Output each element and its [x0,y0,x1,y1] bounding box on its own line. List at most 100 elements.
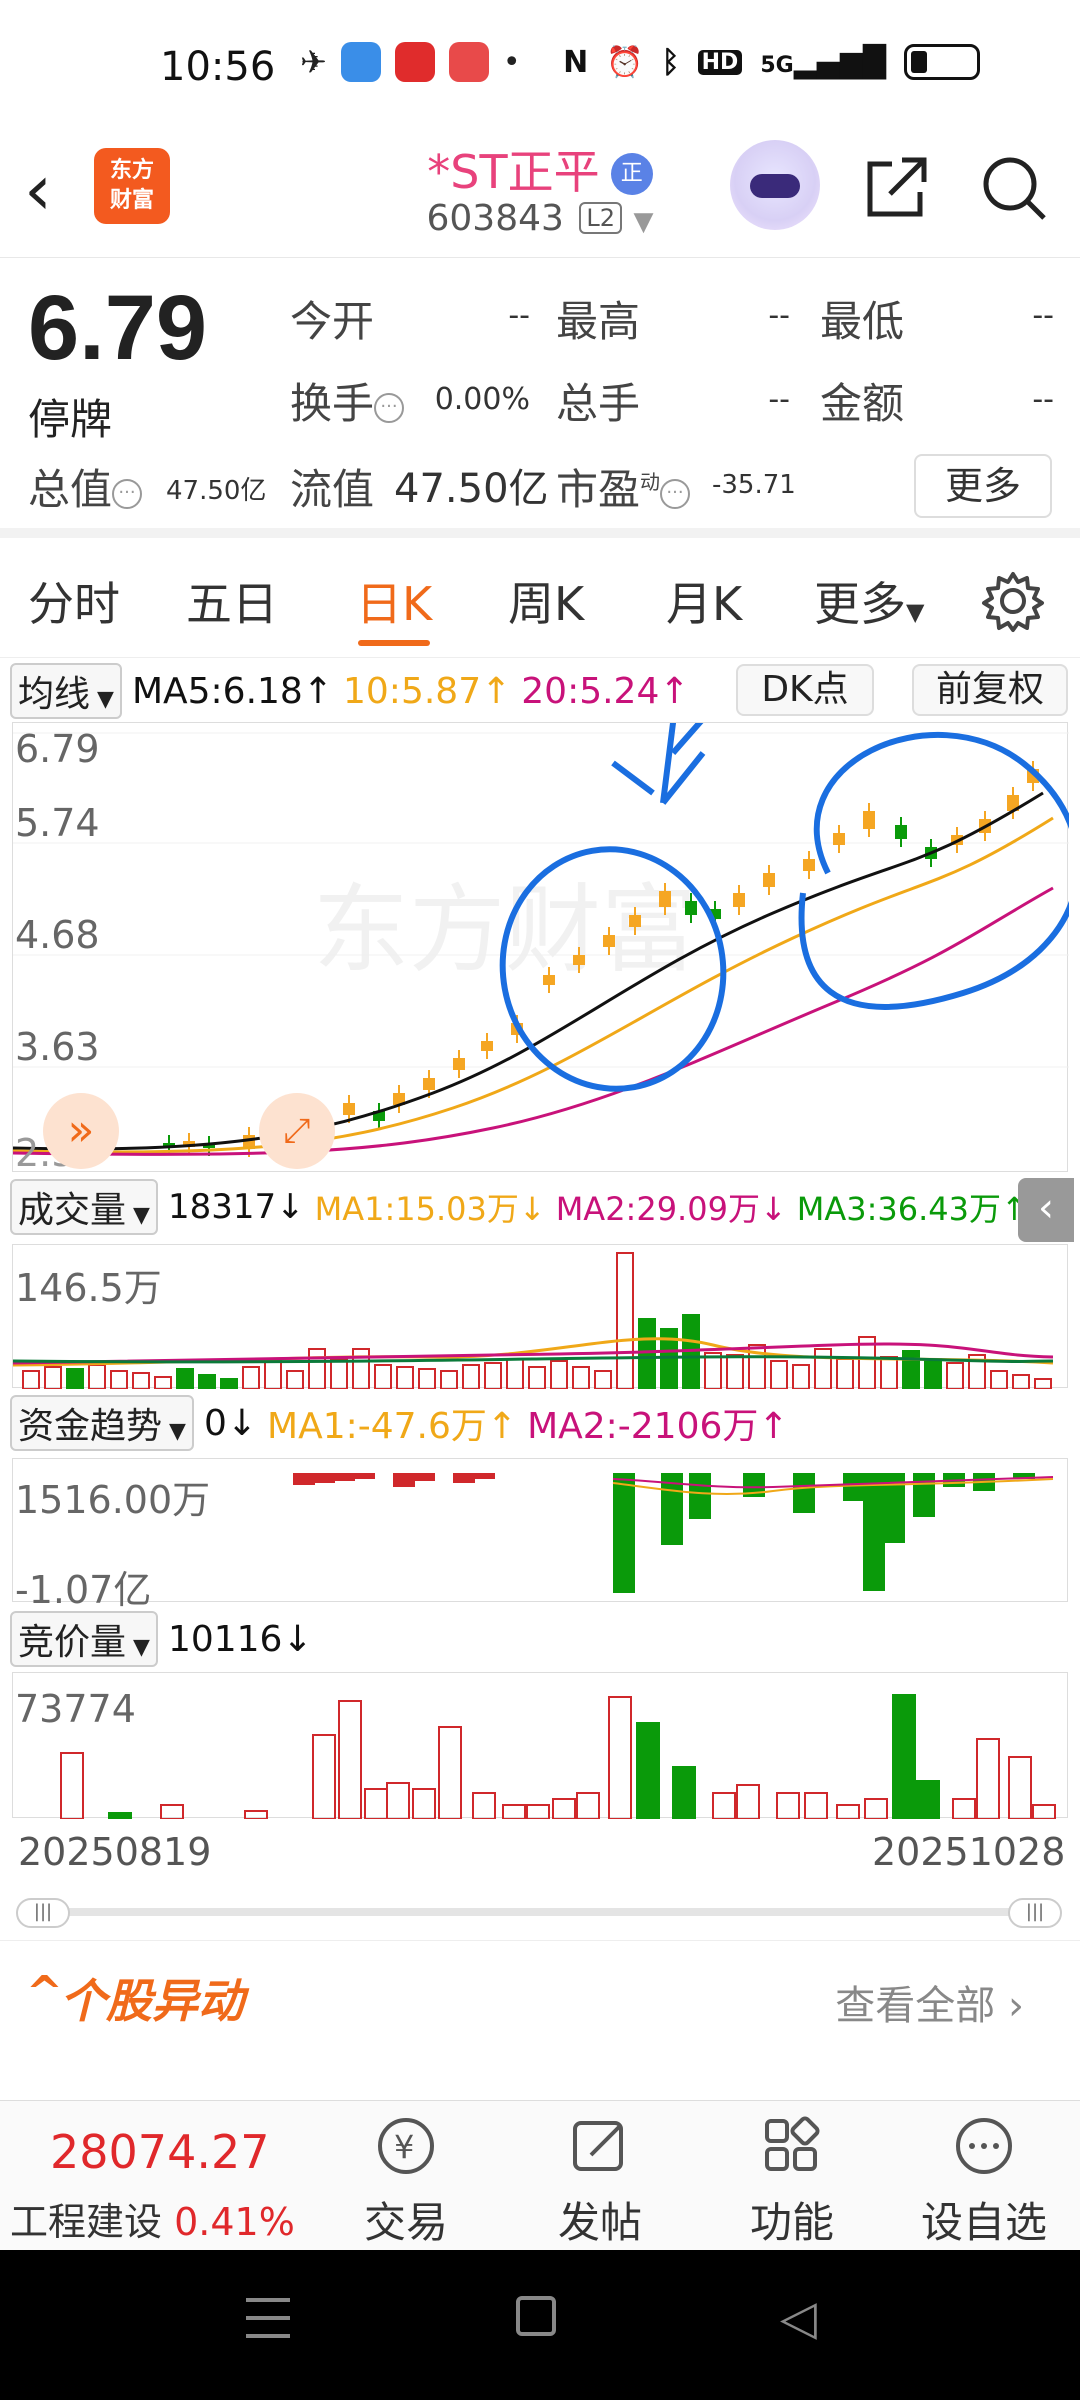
fund-y-bottom: -1.07亿 [15,1568,152,1612]
volume-chart[interactable]: 146.5万 [12,1244,1068,1390]
candle [543,975,555,985]
volume-bar [792,1364,810,1390]
tab-daily-k[interactable]: 日K [356,568,432,634]
volume-bar [396,1366,414,1390]
candle [629,915,641,927]
volume-ma1: MA1:15.03万↓ [314,1190,546,1228]
pe-value: -35.71 [712,470,796,500]
trade-button[interactable]: ¥ 交易 [336,2113,476,2250]
quote-panel: 6.79 停牌 今开 -- 最高 -- 最低 -- 换手 ··· 0.00% 总手… [0,258,1080,538]
fund-bar [393,1473,415,1487]
volume-bar [132,1372,150,1390]
info-icon[interactable]: ··· [374,393,405,423]
system-icons: N ⏰ ᛒ HD 5G▂▄▆█ [563,44,980,80]
volume-bar [880,1356,898,1390]
dropdown-icon: ▼ [633,207,654,237]
back-nav-button[interactable]: ◁ [780,2290,817,2346]
high-value: -- [768,298,790,333]
info-icon[interactable]: ··· [660,479,691,509]
tab-more[interactable]: 更多▼ [814,568,924,634]
chevron-up-icon[interactable]: ^ [26,1967,63,2018]
auction-bar [412,1788,436,1820]
stock-header: ‹ 东方 财富 *ST正平 正 603843 L2 ▼ [0,130,1080,258]
adjustment-button[interactable]: 前复权 [912,664,1068,716]
auction-bar [1008,1756,1032,1820]
expand-left-icon[interactable]: » [43,1093,119,1169]
range-handle-left[interactable]: ||| [16,1898,70,1928]
menu-nav-button[interactable] [246,2298,290,2338]
index-ticker[interactable]: 28074.27 工程建设 0.41% [0,2101,320,2251]
auction-bar [312,1734,336,1820]
auction-bar [952,1798,976,1820]
volume-dropdown[interactable]: 成交量 ▼ [10,1179,158,1235]
bottom-toolbar: 28074.27 工程建设 0.41% ¥ 交易 发帖 功能 设自选 [0,2100,1080,2250]
fund-bar [913,1473,935,1517]
auction-bar [864,1798,888,1820]
auction-bar [60,1752,84,1820]
volume-bar [374,1364,392,1390]
range-slider-track[interactable] [40,1908,1040,1916]
status-bar: 10:56 ✈ • N ⏰ ᛒ HD 5G▂▄▆█ [0,0,1080,130]
view-all-link[interactable]: 查看全部 › [835,1973,1024,2031]
volume-bar [418,1368,436,1390]
volume-bar [1034,1378,1052,1390]
grid-icon [765,2116,820,2171]
auction-chart[interactable]: 73774 [12,1672,1068,1820]
candle [423,1078,435,1090]
tab-five-day[interactable]: 五日 [186,568,278,634]
y-label: 3.63 [15,1025,100,1069]
volume-bar [902,1350,920,1390]
float-value: 47.50亿 [394,466,549,512]
tab-monthly-k[interactable]: 月K [666,568,742,634]
tab-weekly-k[interactable]: 周K [508,568,584,634]
more-button[interactable]: 更多 [914,454,1052,518]
ma-dropdown[interactable]: 均线 ▼ [10,663,122,719]
auction-bar [804,1792,828,1820]
auction-legend: 竞价量 ▼ 10116↓ [10,1611,313,1667]
stock-code: 603843 [426,198,564,239]
turnover-label: 换手 ··· [290,370,405,431]
volume-label: 总手 [556,379,641,428]
kline-chart[interactable]: 东方财富 6.79 5.74 4.68 3.63 2.57 » ⤢ [12,283,1080,1175]
fund-bar [473,1473,495,1479]
tab-intraday[interactable]: 分时 [28,568,120,634]
fullscreen-icon[interactable]: ⤢ [259,1093,335,1169]
turnover-value: 0.00% [434,382,530,417]
ai-assistant-icon[interactable] [730,140,820,230]
volume-bar [154,1376,172,1390]
post-button[interactable]: 发帖 [530,2113,670,2250]
high-label: 最高 [556,297,641,346]
add-watchlist-button[interactable]: 设自选 [914,2113,1054,2250]
search-icon[interactable] [978,152,1050,224]
home-nav-button[interactable] [516,2296,556,2336]
gear-icon[interactable] [980,568,1046,634]
auction-dropdown[interactable]: 竞价量 ▼ [10,1611,158,1667]
collapse-panel-button[interactable]: ‹ [1018,1178,1074,1242]
share-icon[interactable] [862,152,932,222]
auction-bar [1032,1804,1056,1820]
volume-bar [704,1352,722,1390]
fund-trend-chart[interactable]: 1516.00万 -1.07亿 [12,1458,1068,1612]
end-date: 20251028 [872,1830,1066,1874]
bluetooth-icon: ᛒ [661,44,680,80]
range-handle-right[interactable]: ||| [1008,1898,1062,1928]
battery-icon [904,44,980,80]
dk-point-button[interactable]: DK点 [736,664,874,716]
pe-label: 市盈动 ··· [556,456,691,517]
svg-text:¥: ¥ [394,2128,414,2166]
volume-bar [66,1368,84,1390]
features-button[interactable]: 功能 [722,2113,862,2250]
volume-bar [176,1368,194,1390]
volume-bar [506,1358,524,1390]
system-nav-bar: ◁ [0,2250,1080,2400]
auction-bar [976,1738,1000,1820]
fund-trend-dropdown[interactable]: 资金趋势 ▼ [10,1395,194,1451]
ma-legend: 均线 ▼ MA5:6.18↑ 10:5.87↑ 20:5.24↑ [10,663,690,719]
stock-anomaly-section: ^ 个股异动 查看全部 › [0,1940,1080,2060]
stock-name[interactable]: *ST正平 [427,136,599,202]
post-label: 发帖 [557,2198,642,2247]
video-app-icon [448,42,489,82]
candle [481,1041,493,1051]
y-label: 4.68 [15,913,100,957]
info-icon[interactable]: ··· [112,479,143,509]
